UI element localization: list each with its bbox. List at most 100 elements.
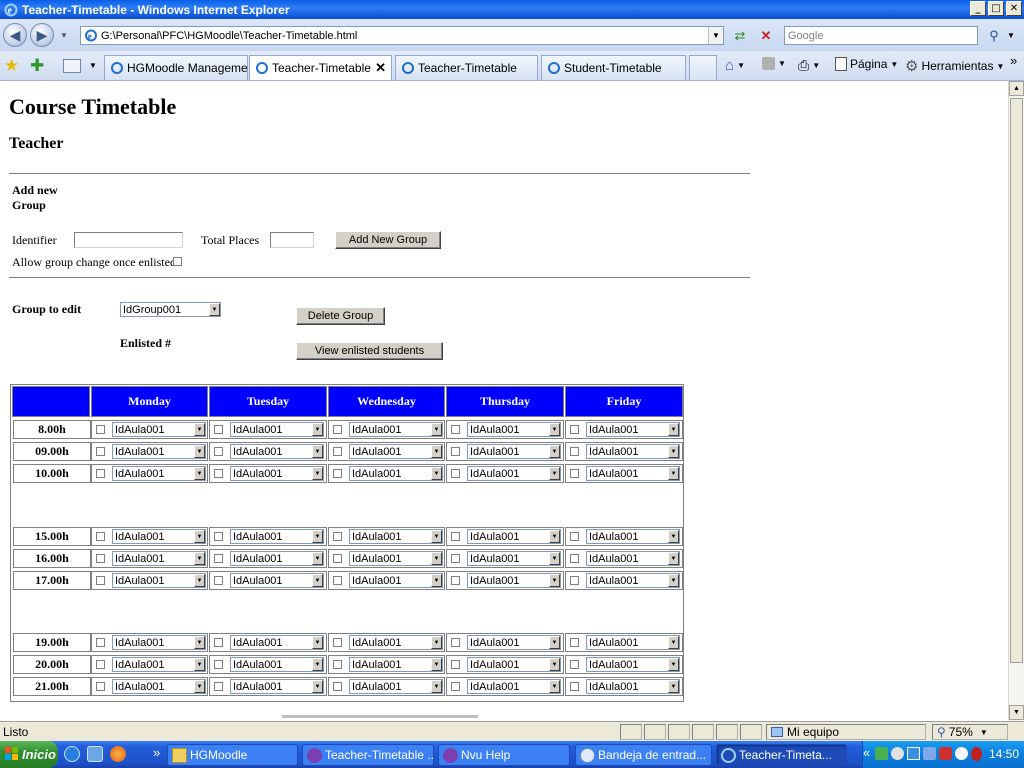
slot-checkbox[interactable] (570, 638, 579, 647)
room-select[interactable]: IdAula001 ▼ (467, 635, 561, 650)
room-select[interactable]: IdAula001 ▼ (586, 466, 680, 481)
address-input[interactable]: e G:\Personal\PFC\HGMoodle\Teacher-Timet… (80, 26, 724, 45)
slot-checkbox[interactable] (570, 660, 579, 669)
room-select[interactable]: IdAula001 ▼ (586, 573, 680, 588)
new-tab-button[interactable] (689, 55, 717, 80)
tab-hgmoodle-management[interactable]: HGMoodle Management (104, 55, 248, 80)
slot-checkbox[interactable] (333, 447, 342, 456)
room-select[interactable]: IdAula001 ▼ (349, 422, 443, 437)
slot-checkbox[interactable] (214, 576, 223, 585)
identifier-input[interactable] (74, 232, 183, 248)
start-button[interactable]: Inicio (0, 741, 58, 768)
tray-antivirus-icon[interactable] (971, 747, 982, 761)
slot-checkbox[interactable] (214, 469, 223, 478)
task-nvu-help[interactable]: Nvu Help (438, 744, 570, 766)
slot-checkbox[interactable] (214, 425, 223, 434)
room-select[interactable]: IdAula001 ▼ (349, 635, 443, 650)
slot-checkbox[interactable] (451, 660, 460, 669)
refresh-icon[interactable]: ⇄ (729, 26, 751, 45)
room-select[interactable]: IdAula001 ▼ (230, 422, 324, 437)
room-select[interactable]: IdAula001 ▼ (467, 657, 561, 672)
tools-menu[interactable]: ⚙ Herramientas ▼ (905, 57, 1004, 75)
slot-checkbox[interactable] (570, 425, 579, 434)
total-places-input[interactable] (270, 232, 314, 248)
tray-expand-icon[interactable]: « (863, 745, 870, 760)
slot-checkbox[interactable] (96, 682, 105, 691)
room-select[interactable]: IdAula001 ▼ (467, 679, 561, 694)
more-commands-icon[interactable]: » (1010, 53, 1017, 68)
room-select[interactable]: IdAula001 ▼ (230, 657, 324, 672)
room-select[interactable]: IdAula001 ▼ (230, 679, 324, 694)
slot-checkbox[interactable] (333, 682, 342, 691)
address-dropdown-icon[interactable]: ▼ (708, 27, 723, 44)
room-select[interactable]: IdAula001 ▼ (230, 529, 324, 544)
page-menu[interactable]: Página ▼ (835, 57, 898, 71)
view-enlisted-students-button[interactable]: View enlisted students (296, 342, 443, 360)
room-select[interactable]: IdAula001 ▼ (230, 551, 324, 566)
slot-checkbox[interactable] (570, 682, 579, 691)
room-select[interactable]: IdAula001 ▼ (230, 466, 324, 481)
scroll-down-icon[interactable]: ▼ (1009, 705, 1024, 720)
zoom-control[interactable]: ⚲ 75% ▼ (932, 724, 1008, 740)
slot-checkbox[interactable] (214, 532, 223, 541)
maximize-button[interactable]: □ (988, 1, 1004, 16)
room-select[interactable]: IdAula001 ▼ (230, 573, 324, 588)
room-select[interactable]: IdAula001 ▼ (112, 422, 206, 437)
slot-checkbox[interactable] (451, 469, 460, 478)
room-select[interactable]: IdAula001 ▼ (230, 635, 324, 650)
room-select[interactable]: IdAula001 ▼ (349, 679, 443, 694)
room-select[interactable]: IdAula001 ▼ (349, 657, 443, 672)
room-select[interactable]: IdAula001 ▼ (586, 657, 680, 672)
quick-tabs-icon[interactable] (63, 59, 81, 73)
quicklaunch-app-icon[interactable] (87, 746, 103, 762)
room-select[interactable]: IdAula001 ▼ (467, 466, 561, 481)
allow-change-checkbox[interactable] (173, 257, 182, 266)
search-options-icon[interactable]: ▼ (1007, 31, 1015, 40)
room-select[interactable]: IdAula001 ▼ (230, 444, 324, 459)
room-select[interactable]: IdAula001 ▼ (112, 466, 206, 481)
room-select[interactable]: IdAula001 ▼ (467, 422, 561, 437)
room-select[interactable]: IdAula001 ▼ (586, 422, 680, 437)
room-select[interactable]: IdAula001 ▼ (586, 679, 680, 694)
stop-icon[interactable]: ✕ (755, 26, 777, 45)
search-icon[interactable]: ⚲ (983, 26, 1005, 45)
slot-checkbox[interactable] (214, 660, 223, 669)
room-select[interactable]: IdAula001 ▼ (467, 573, 561, 588)
slot-checkbox[interactable] (214, 638, 223, 647)
tab-teacher-timetable-active[interactable]: Teacher-Timetable ✕ (249, 55, 392, 80)
room-select[interactable]: IdAula001 ▼ (586, 551, 680, 566)
slot-checkbox[interactable] (333, 554, 342, 563)
slot-checkbox[interactable] (96, 554, 105, 563)
task-hgmoodle[interactable]: HGMoodle (167, 744, 298, 766)
slot-checkbox[interactable] (570, 447, 579, 456)
slot-checkbox[interactable] (570, 532, 579, 541)
quicklaunch-ie-icon[interactable] (64, 746, 80, 762)
slot-checkbox[interactable] (214, 447, 223, 456)
room-select[interactable]: IdAula001 ▼ (112, 573, 206, 588)
feeds-button[interactable]: ▼ (762, 57, 786, 70)
vertical-scrollbar[interactable]: ▲ ▼ (1008, 81, 1024, 721)
room-select[interactable]: IdAula001 ▼ (349, 551, 443, 566)
slot-checkbox[interactable] (570, 554, 579, 563)
slot-checkbox[interactable] (570, 576, 579, 585)
add-favorite-icon[interactable]: ✚ (30, 56, 44, 76)
history-dropdown-icon[interactable]: ▼ (60, 31, 68, 40)
tray-monitor-icon[interactable] (907, 747, 920, 760)
room-select[interactable]: IdAula001 ▼ (112, 635, 206, 650)
room-select[interactable]: IdAula001 ▼ (112, 529, 206, 544)
room-select[interactable]: IdAula001 ▼ (467, 529, 561, 544)
tray-media-icon[interactable] (891, 747, 904, 760)
slot-checkbox[interactable] (451, 682, 460, 691)
minimize-button[interactable]: _ (970, 1, 986, 16)
tab-student-timetable[interactable]: Student-Timetable (541, 55, 686, 80)
back-button[interactable]: ◀ (3, 23, 27, 47)
quicklaunch-firefox-icon[interactable] (110, 746, 126, 762)
close-window-button[interactable]: ✕ (1006, 1, 1022, 16)
tab-list-icon[interactable]: ▼ (89, 61, 97, 70)
slot-checkbox[interactable] (333, 532, 342, 541)
room-select[interactable]: IdAula001 ▼ (349, 529, 443, 544)
task-nvu-teacher-timetable[interactable]: Teacher-Timetable ... (302, 744, 434, 766)
slot-checkbox[interactable] (96, 447, 105, 456)
group-select[interactable]: IdGroup001 ▼ (120, 302, 221, 317)
security-zone[interactable]: Mi equipo (766, 724, 926, 740)
